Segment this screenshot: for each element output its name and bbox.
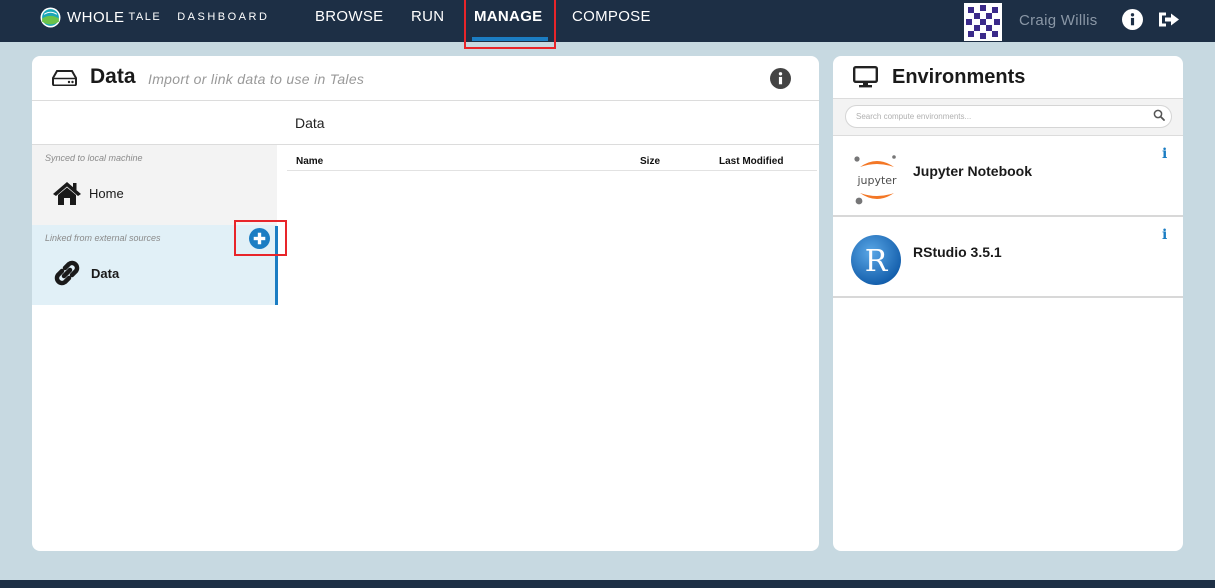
nav-browse[interactable]: BROWSE [315,8,383,25]
svg-text:jupyter: jupyter [856,174,897,187]
synced-caption: Synced to local machine [45,153,143,163]
environment-info-icon[interactable]: i [1162,227,1167,243]
wholetale-logo-icon [40,7,61,27]
brand-section: DASHBOARD [177,11,270,23]
footer-bar [0,580,1215,588]
sidebar-item-label: Data [91,265,120,281]
svg-text:R: R [865,244,889,279]
rstudio-logo-icon: R [851,235,901,285]
info-icon[interactable] [770,68,791,89]
environments-panel: Environments jupyter Jupyter Notebook i [833,56,1183,551]
file-table-header: Name Size Last Modified [287,155,817,171]
hard-drive-icon [52,70,77,86]
column-header-name[interactable]: Name [296,156,323,167]
environments-header: Environments [833,56,1183,99]
sidebar-item-label: Home [89,185,124,201]
brand-name-main: WHOLE [67,8,125,26]
environments-title: Environments [892,66,1026,88]
link-icon [54,260,80,286]
highlight-box-manage [464,0,556,49]
sidebar-item-data[interactable]: Data [52,258,119,288]
linked-caption: Linked from external sources [45,233,161,243]
logout-icon[interactable] [1157,9,1181,30]
environment-info-icon[interactable]: i [1162,146,1167,162]
home-icon [53,182,81,205]
brand-name-sub: TALE [128,11,162,23]
environment-search-input[interactable] [845,105,1172,128]
data-panel: Data Import or link data to use in Tales… [32,56,819,551]
sidebar-item-home[interactable]: Home [52,180,124,206]
environment-search-bar [833,99,1183,136]
top-navbar: WHOLE TALE DASHBOARD BROWSE RUN MANAGE C… [0,0,1215,42]
environment-item-rstudio[interactable]: R RStudio 3.5.1 i [833,217,1183,298]
breadcrumb-bar: Data [32,101,819,145]
brand[interactable]: WHOLE TALE DASHBOARD [40,7,269,27]
monitor-icon [853,66,878,88]
nav-run[interactable]: RUN [411,8,444,25]
environment-name: RStudio 3.5.1 [913,244,1002,260]
data-panel-subtitle: Import or link data to use in Tales [148,71,365,87]
column-header-last-modified[interactable]: Last Modified [719,156,783,167]
info-icon[interactable] [1122,9,1143,30]
nav-compose[interactable]: COMPOSE [572,8,651,25]
search-icon[interactable] [1153,109,1165,121]
jupyter-logo-icon: jupyter [854,155,897,205]
data-panel-header: Data Import or link data to use in Tales [32,56,819,101]
highlight-box-add-data [234,220,287,256]
user-avatar[interactable] [964,3,1002,41]
user-name[interactable]: Craig Willis [1019,12,1098,29]
data-panel-title: Data [90,65,136,88]
breadcrumb[interactable]: Data [295,115,325,131]
synced-section: Synced to local machine Home [32,145,277,225]
environment-name: Jupyter Notebook [913,163,1033,179]
environment-item-jupyter[interactable]: jupyter Jupyter Notebook i [833,136,1183,217]
column-header-size[interactable]: Size [640,156,660,167]
